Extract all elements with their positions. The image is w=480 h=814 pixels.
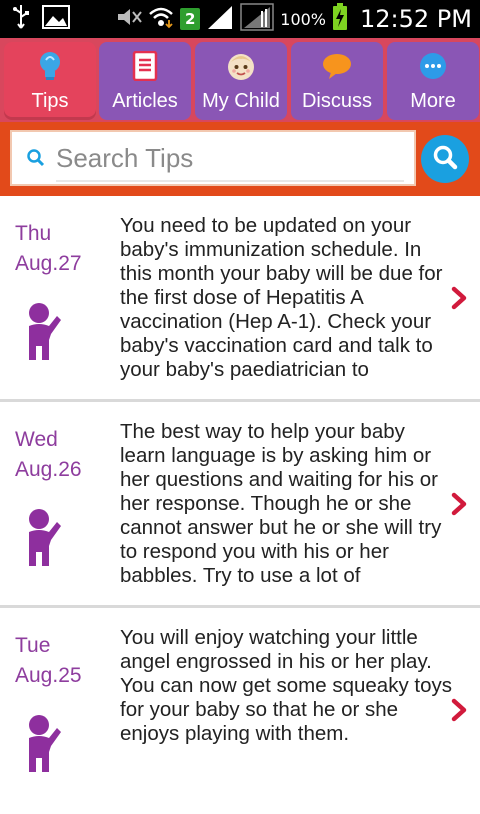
tip-text: The best way to help your baby learn lan…	[120, 420, 442, 587]
tab-more[interactable]: More	[387, 42, 479, 120]
network-badge: 2	[180, 8, 201, 30]
tip-text: You need to be updated on your baby's im…	[120, 214, 443, 381]
chat-bubble-icon	[291, 50, 383, 82]
tab-label: Tips	[31, 90, 69, 112]
more-dots-icon	[387, 50, 479, 82]
tip-day: Wed	[15, 428, 58, 451]
tip-date: Aug.25	[15, 664, 82, 687]
tip-row[interactable]: Thu Aug.27 You need to be updated on you…	[0, 196, 480, 402]
chevron-right-icon[interactable]	[450, 286, 468, 314]
chevron-right-icon[interactable]	[450, 492, 468, 520]
status-bar: 2 100% 12:52 PM	[0, 0, 480, 38]
tab-articles[interactable]: Articles	[99, 42, 191, 120]
tip-day: Tue	[15, 634, 51, 657]
status-bar-left	[12, 4, 70, 34]
child-icon	[17, 714, 61, 778]
tab-label: Discuss	[301, 90, 372, 112]
mute-icon	[116, 6, 143, 32]
signal-icon	[206, 4, 234, 34]
search-bar	[0, 122, 480, 196]
search-button[interactable]	[421, 135, 469, 183]
tab-label: More	[410, 90, 456, 112]
child-icon	[17, 508, 61, 572]
lightbulb-icon	[4, 50, 96, 82]
tab-tips[interactable]: Tips	[4, 42, 96, 120]
tab-bar: Tips Articles My Child Discuss More	[0, 38, 480, 122]
tip-date: Aug.27	[15, 252, 82, 275]
chevron-right-icon[interactable]	[450, 698, 468, 726]
clock: 12:52 PM	[360, 5, 472, 33]
signal-empty-icon	[240, 3, 275, 35]
tab-my-child[interactable]: My Child	[195, 42, 287, 120]
search-input[interactable]	[56, 138, 406, 178]
battery-charging-icon	[332, 3, 348, 35]
status-bar-right: 2 100% 12:52 PM	[116, 3, 472, 35]
baby-face-icon	[195, 50, 287, 82]
tip-text: You will enjoy watching your little ange…	[120, 626, 453, 745]
usb-icon	[12, 4, 30, 34]
tip-date: Aug.26	[15, 458, 82, 481]
tip-row[interactable]: Tue Aug.25 You will enjoy watching your …	[0, 608, 480, 814]
search-box	[10, 130, 416, 186]
tab-discuss[interactable]: Discuss	[291, 42, 383, 120]
tip-row[interactable]: Wed Aug.26 The best way to help your bab…	[0, 402, 480, 608]
battery-percent: 100%	[280, 9, 327, 29]
tab-label: Articles	[112, 90, 178, 112]
tab-label: My Child	[202, 90, 280, 112]
search-icon	[431, 143, 459, 175]
child-icon	[17, 302, 61, 366]
search-underline	[56, 180, 404, 182]
article-icon	[99, 50, 191, 82]
tip-day: Thu	[15, 222, 52, 245]
gallery-icon	[42, 5, 70, 33]
search-icon	[26, 148, 46, 172]
wifi-icon	[148, 5, 174, 33]
